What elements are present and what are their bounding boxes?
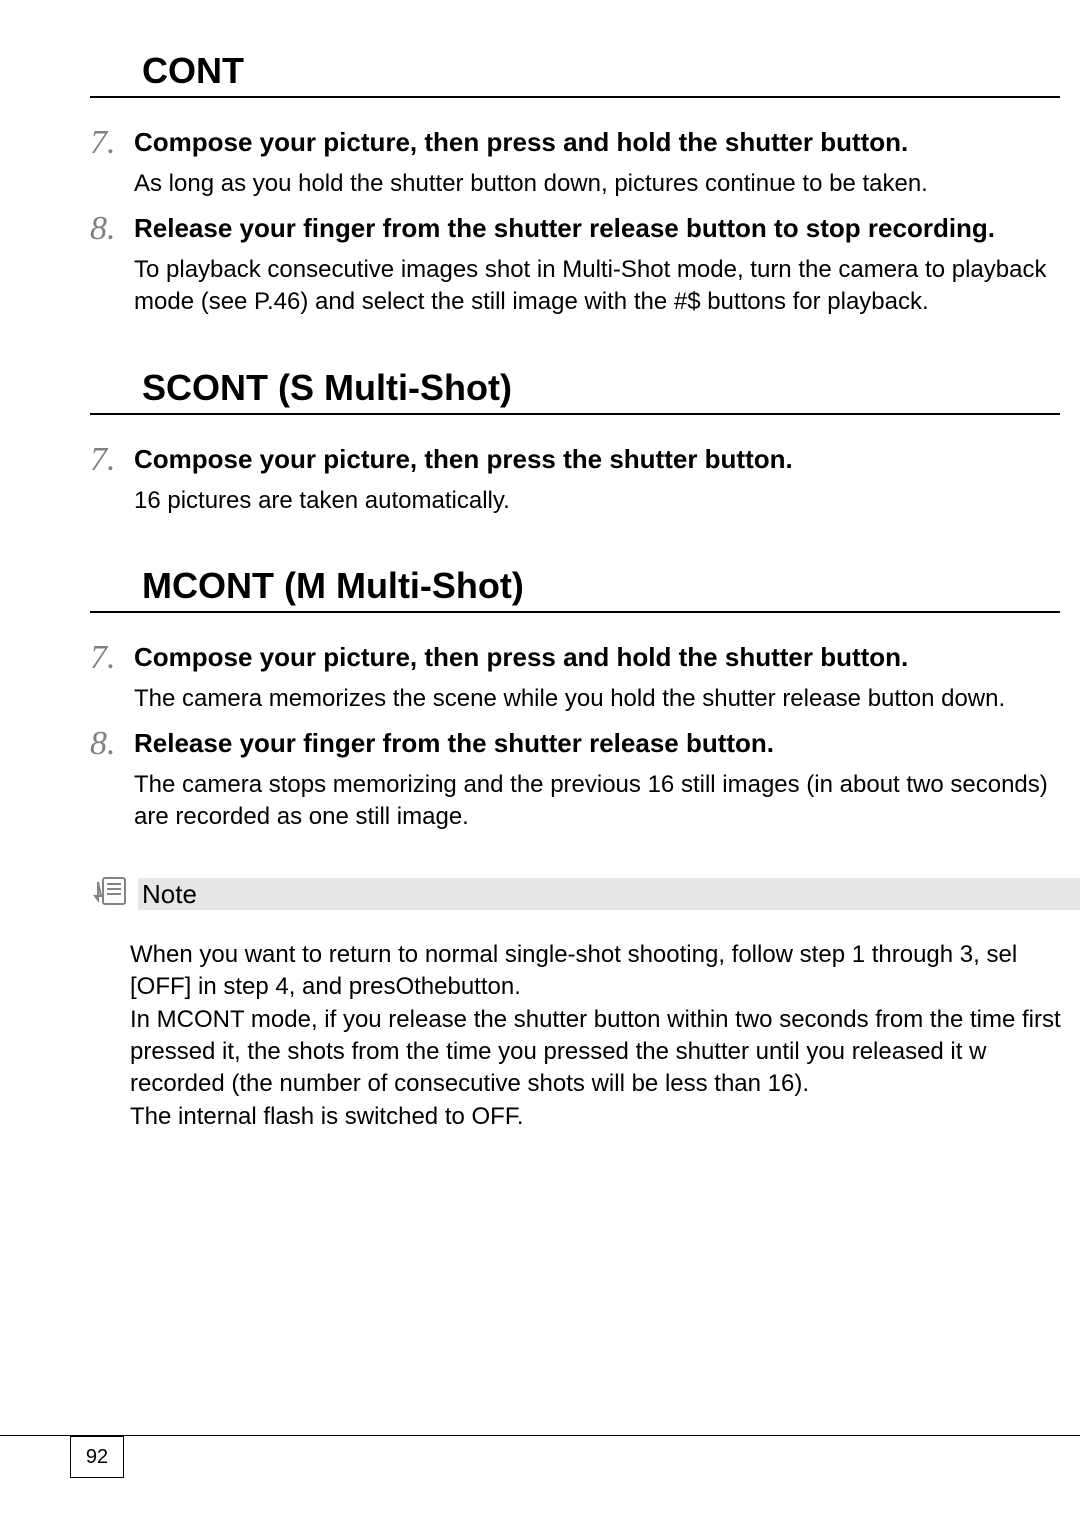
step-heading: Compose your picture, then press and hol… (134, 641, 1070, 675)
note-block: Note When you want to return to normal s… (92, 874, 1080, 1133)
step-body: Compose your picture, then press and hol… (134, 126, 1070, 200)
step-number: 7. (90, 641, 134, 675)
step-number: 7. (90, 126, 134, 160)
note-label-bar: Note (138, 878, 1080, 910)
step-heading: Release your finger from the shutter rel… (134, 212, 1070, 246)
step-number: 7. (90, 443, 134, 477)
section-scont-title-block: SCONT (S Multi-Shot) (90, 367, 1060, 415)
scont-step-7: 7. Compose your picture, then press the … (90, 443, 1080, 517)
note-body: When you want to return to normal single… (92, 939, 1080, 1133)
mcont-step-8: 8. Release your finger from the shutter … (90, 727, 1080, 834)
step-body: Release your finger from the shutter rel… (134, 727, 1070, 834)
note-icon (92, 874, 128, 915)
step-heading: Compose your picture, then press the shu… (134, 443, 1070, 477)
step-description: To playback consecutive images shot in M… (134, 254, 1070, 319)
note-label: Note (138, 879, 197, 910)
section-scont-title: SCONT (S Multi-Shot) (90, 367, 1060, 409)
cont-step-7: 7. Compose your picture, then press and … (90, 126, 1080, 200)
page-number-text: 92 (86, 1446, 108, 1469)
section-cont-title-block: CONT (90, 50, 1060, 98)
step-body: Release your finger from the shutter rel… (134, 212, 1070, 319)
footer-divider (0, 1435, 1080, 1436)
note-header: Note (92, 874, 1080, 915)
step-heading: Release your finger from the shutter rel… (134, 727, 1070, 761)
mcont-step-7: 7. Compose your picture, then press and … (90, 641, 1080, 715)
section-mcont-title-block: MCONT (M Multi-Shot) (90, 565, 1060, 613)
step-number: 8. (90, 727, 134, 761)
section-cont-title: CONT (90, 50, 1060, 92)
step-heading: Compose your picture, then press and hol… (134, 126, 1070, 160)
step-body: Compose your picture, then press the shu… (134, 443, 1070, 517)
step-description: As long as you hold the shutter button d… (134, 168, 1070, 200)
step-description: The camera stops memorizing and the prev… (134, 769, 1070, 834)
step-number: 8. (90, 212, 134, 246)
page-content: CONT 7. Compose your picture, then press… (0, 0, 1080, 1133)
step-description: 16 pictures are taken automatically. (134, 485, 1070, 517)
step-body: Compose your picture, then press and hol… (134, 641, 1070, 715)
page-number: 92 (70, 1436, 124, 1478)
step-description: The camera memorizes the scene while you… (134, 683, 1070, 715)
section-mcont-title: MCONT (M Multi-Shot) (90, 565, 1060, 607)
cont-step-8: 8. Release your finger from the shutter … (90, 212, 1080, 319)
